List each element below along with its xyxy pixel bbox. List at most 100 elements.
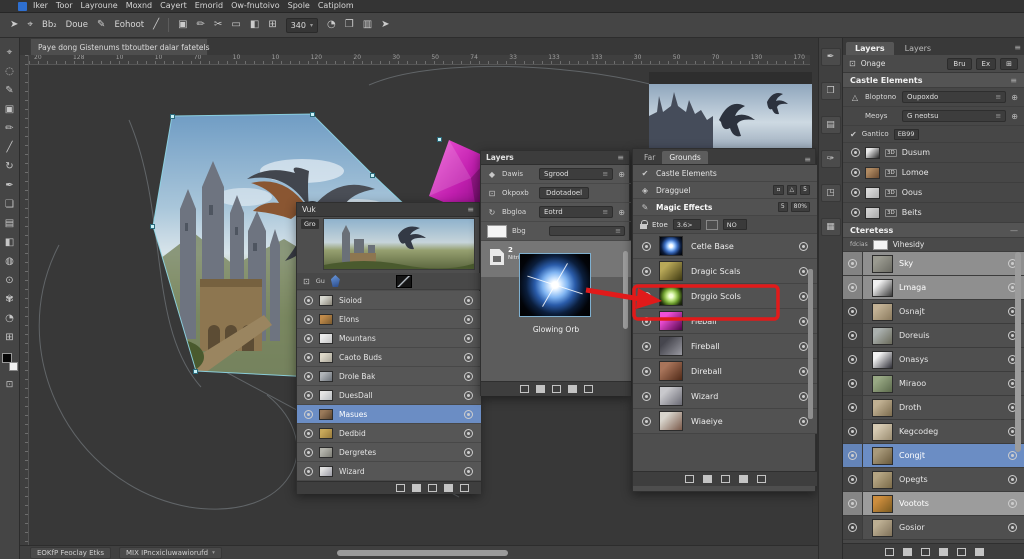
ink-tool-icon[interactable]: ✒ (2, 176, 18, 195)
visibility-eye-icon[interactable] (1008, 523, 1017, 532)
visibility-eye-icon[interactable] (851, 188, 860, 197)
layer-row-dergretes[interactable]: Dergretes (297, 443, 481, 462)
selection-handle[interactable] (150, 224, 155, 229)
shape-tool-icon[interactable]: ▣ (2, 100, 18, 119)
adjustment-icon[interactable] (738, 475, 748, 483)
group-badge[interactable]: ▫ (773, 185, 784, 195)
blur-tool-icon[interactable]: ✾ (2, 290, 18, 309)
layer-row-caoto-buds[interactable]: Caoto Buds (297, 348, 481, 367)
toolbar-button-ex[interactable]: Ex (975, 57, 997, 70)
layer-row-droth[interactable]: Droth (843, 396, 1024, 420)
visibility-eye-icon[interactable] (304, 428, 313, 438)
status-left-chip[interactable]: EOKfP Feoclay Etks (30, 546, 111, 559)
visibility-eye-icon[interactable] (464, 352, 473, 362)
layer-row-oous[interactable]: 3D Oous (843, 183, 1024, 203)
section-collapse-icon[interactable]: — (1010, 226, 1018, 235)
layer-row-doreuis[interactable]: Doreuis (843, 324, 1024, 348)
new-layer-icon[interactable] (756, 475, 766, 483)
group-badge[interactable]: △ (786, 185, 798, 195)
artboard-icon[interactable]: ▣ (178, 20, 187, 30)
adjustment-icon[interactable] (920, 547, 930, 556)
adjustments-panel-icon[interactable]: ◳ (820, 184, 841, 202)
visibility-eye-icon[interactable] (642, 266, 651, 276)
fill-tool-icon[interactable]: ◍ (2, 252, 18, 271)
fill-color-swatch[interactable] (705, 219, 718, 230)
background-color-swatch[interactable] (8, 362, 18, 371)
menu-item-ow-fnutoivo[interactable]: Ow-fnutoivo (231, 2, 280, 10)
layer-row-vootots[interactable]: Vootots (843, 492, 1024, 516)
layer-row-fireball[interactable]: Fireball (633, 334, 817, 359)
visibility-eye-icon[interactable] (304, 295, 313, 305)
layer-row-mountans[interactable]: Mountans (297, 329, 481, 348)
layer-row-beits[interactable]: 3D Beits (843, 203, 1024, 223)
menu-item-emorid[interactable]: Emorid (195, 2, 223, 10)
visibility-eye-icon[interactable] (799, 291, 808, 301)
pointer-tool-icon[interactable]: ➤ (10, 20, 18, 30)
eyedropper-tool-icon[interactable]: ⌖ (27, 20, 33, 30)
layer-row-osnajt[interactable]: Osnajt (843, 300, 1024, 324)
panel-menu-icon[interactable]: ≡ (467, 205, 474, 214)
group-row-magic-effects[interactable]: ✎ Magic Effects 5 80% (633, 199, 817, 216)
foreground-color-swatch[interactable] (1, 353, 12, 363)
visibility-eye-icon[interactable] (304, 447, 313, 457)
menu-item-cayert[interactable]: Cayert (160, 2, 187, 10)
visibility-eye-icon[interactable] (464, 409, 473, 419)
visibility-eye-icon[interactable] (1008, 499, 1017, 508)
group-badge[interactable]: 80% (790, 202, 810, 212)
dodge-tool-icon[interactable]: ◔ (2, 309, 18, 328)
visibility-eye-icon[interactable] (304, 390, 313, 400)
visibility-eye-icon[interactable] (848, 451, 857, 460)
section-header-castle-elements[interactable]: Castle Elements ≡ (843, 73, 1024, 88)
panel-scrollbar[interactable] (623, 251, 628, 329)
panel-menu-icon[interactable]: ≡ (804, 155, 811, 164)
globe-icon[interactable]: ⊕ (618, 170, 625, 179)
visibility-eye-icon[interactable] (464, 333, 473, 343)
line-tool-icon[interactable]: ╱ (153, 20, 159, 30)
visibility-eye-icon[interactable] (799, 416, 808, 426)
cursor-icon[interactable]: ➤ (381, 20, 389, 30)
canvas-dragons-image[interactable] (649, 72, 812, 154)
visibility-eye-icon[interactable] (304, 466, 313, 476)
bbgloa-dropdown[interactable]: Eotrd ≡ (539, 206, 614, 218)
layer-row-wizard[interactable]: Wizard (633, 384, 817, 409)
section-menu-icon[interactable]: ≡ (1010, 76, 1017, 85)
libraries-icon[interactable]: ❐ (345, 20, 354, 30)
visibility-eye-icon[interactable] (464, 428, 473, 438)
type-tool-label[interactable]: Bb₂ (42, 20, 57, 30)
visibility-eye-icon[interactable] (464, 371, 473, 381)
mask-icon[interactable] (684, 475, 694, 483)
panel-title-bar[interactable]: Layers ≡ (481, 151, 629, 165)
tab-grounds[interactable]: Grounds (662, 151, 708, 164)
menu-item-layroune[interactable]: Layroune (81, 2, 118, 10)
zoom-level-select[interactable]: 340 ▾ (285, 17, 318, 33)
visibility-eye-icon[interactable] (799, 341, 808, 351)
status-mid-chip[interactable]: MIX IPncxicluwawiorufd ▾ (119, 546, 222, 559)
visibility-eye-icon[interactable] (642, 316, 651, 326)
visibility-eye-icon[interactable] (1008, 451, 1017, 460)
window-scrollbar[interactable] (1015, 252, 1021, 452)
rotate-tool-icon[interactable]: ↻ (2, 157, 18, 176)
visibility-eye-icon[interactable] (851, 208, 860, 217)
bbg-slider[interactable]: ≡ (549, 226, 625, 236)
move-tool-icon[interactable]: ⌖ (2, 43, 18, 62)
marquee-icon[interactable]: ▭ (231, 20, 240, 30)
tab-far[interactable]: Far (637, 151, 662, 164)
mask-icon[interactable] (902, 547, 912, 556)
group-icon[interactable] (720, 475, 730, 483)
layer-preview-image[interactable] (323, 218, 475, 270)
opacity-field[interactable]: 3.6> (672, 219, 701, 230)
document-tab[interactable]: Paye dong Gistenums tbtoutber dalar fate… (30, 38, 210, 55)
group-icon[interactable] (428, 484, 437, 492)
menu-item-toor[interactable]: Toor (56, 2, 73, 10)
grid-icon[interactable]: ⊡ (849, 59, 856, 68)
adjustment-icon[interactable] (567, 385, 577, 393)
draw-mode-label[interactable]: Doue (66, 20, 88, 30)
new-layer-icon[interactable] (583, 385, 593, 393)
layer-row-cetle-base[interactable]: Cetle Base (633, 234, 817, 259)
paths-panel-icon[interactable]: ✑ (820, 150, 841, 168)
group-badge[interactable]: 5 (800, 185, 810, 195)
layer-row-dedbid[interactable]: Dedbid (297, 424, 481, 443)
visibility-eye-icon[interactable] (848, 523, 857, 532)
visibility-eye-icon[interactable] (848, 379, 857, 388)
tab-layers-2[interactable]: Layers (896, 42, 940, 55)
